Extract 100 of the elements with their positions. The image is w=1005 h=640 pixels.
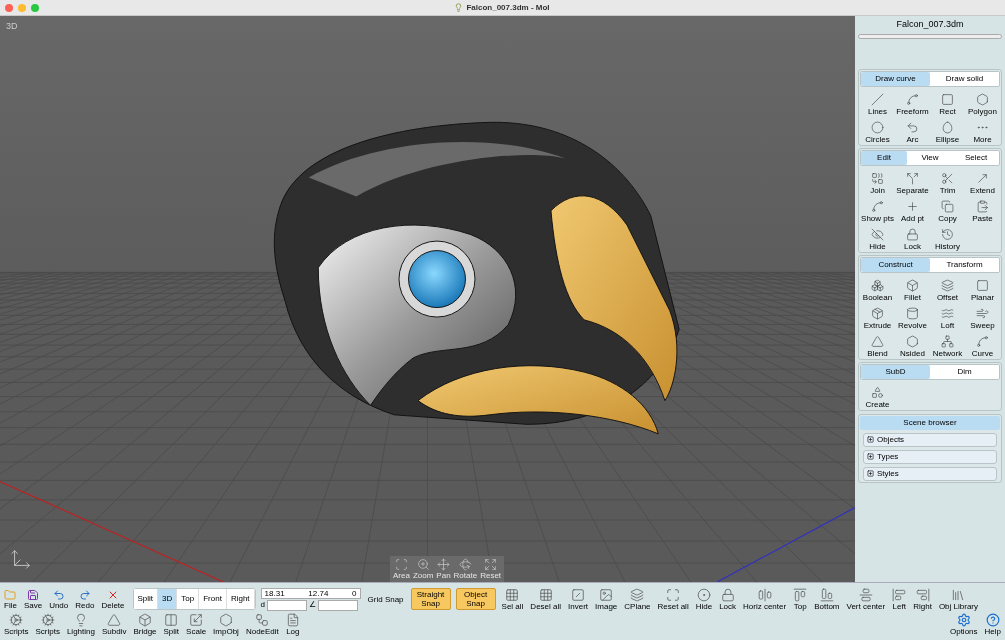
toolbar-button[interactable]: Invert — [567, 587, 590, 611]
toolbar-button[interactable]: Redo — [74, 588, 96, 610]
toolbar-button[interactable]: Scale — [185, 612, 208, 636]
panel-tool-button[interactable]: Offset — [930, 273, 965, 302]
toolbar-button[interactable]: Subdiv — [100, 612, 128, 636]
panel-tool-button[interactable]: Show pts — [860, 194, 895, 223]
panel-tool-button[interactable]: Lock — [895, 222, 930, 251]
toolbar-button[interactable]: Obj Library — [937, 587, 979, 611]
close-window-button[interactable] — [5, 3, 13, 12]
toolbar-button[interactable]: Hide — [694, 587, 714, 611]
panel-tool-button[interactable]: Revolve — [895, 301, 930, 330]
view-nav-button[interactable]: Reset — [480, 556, 502, 582]
scene-browser-section[interactable]: Objects — [863, 432, 997, 447]
coordinate-value: 12.74 — [308, 588, 329, 598]
panel-tool-button[interactable]: Network — [930, 329, 965, 358]
panel-tool-button[interactable]: Paste — [965, 194, 1000, 223]
toolbar-button[interactable]: ImpObj — [212, 612, 240, 636]
panel-tool-button[interactable]: Blend — [860, 329, 895, 358]
toolbar-button[interactable]: Split — [162, 612, 181, 636]
toolbar-button[interactable]: File — [3, 588, 18, 610]
toolbar-button[interactable]: Lighting — [65, 612, 96, 636]
network-icon — [941, 334, 954, 348]
snap-toggle[interactable]: Grid Snap — [365, 588, 406, 610]
angle-field[interactable] — [318, 599, 358, 611]
toolbar-button[interactable]: Scripts — [34, 612, 61, 636]
coordinate-value: 0 — [352, 588, 357, 598]
toolbar-button[interactable]: Top — [792, 587, 809, 611]
panel-tab[interactable]: Edit — [861, 150, 907, 165]
toolbar-button[interactable]: Log — [284, 612, 301, 636]
toolbar-button[interactable]: Save — [22, 588, 44, 610]
toolbar-button[interactable]: Reset all — [656, 587, 690, 611]
expand-icon — [666, 587, 681, 602]
toolbar-button[interactable]: Bottom — [813, 587, 841, 611]
panel-tool-button[interactable]: Rect — [930, 87, 965, 116]
panel-tool-button[interactable]: Curve — [965, 329, 1000, 358]
panel-tool-button[interactable]: Arc — [895, 115, 930, 144]
view-nav-button[interactable]: Rotate — [453, 556, 478, 582]
panel-tool-button[interactable]: Lines — [860, 87, 895, 116]
panel-tool-button[interactable]: Extend — [965, 166, 1000, 195]
snap-toggle[interactable]: Object Snap — [455, 588, 496, 610]
toolbar-button[interactable]: Delete — [100, 588, 126, 610]
panel-tool-button[interactable]: Trim — [930, 166, 965, 195]
toolbar-button[interactable]: Horiz center — [742, 587, 788, 611]
minimize-window-button[interactable] — [18, 3, 26, 12]
toolbar-button[interactable]: Options — [948, 612, 979, 636]
panel-tool-button[interactable]: Join — [860, 166, 895, 195]
panel-tool-button[interactable]: Circles — [860, 115, 895, 144]
file-name: Falcon_007.3dm — [895, 18, 965, 31]
panel-tool-button[interactable]: Separate — [895, 166, 930, 195]
panel-tool-button[interactable]: Boolean — [860, 273, 895, 302]
panel-tool-button[interactable]: Create — [860, 380, 895, 409]
toolbar-button[interactable]: Left — [891, 587, 908, 611]
3d-viewport[interactable]: 3D Area Zoom Pan Rotate Reset — [0, 16, 855, 582]
panel-tool-button[interactable]: Extrude — [860, 301, 895, 330]
toolbar-button[interactable]: Desel all — [529, 587, 563, 611]
viewport-label: 3D — [6, 20, 18, 33]
panel-tab[interactable]: Construct — [861, 257, 930, 272]
panel-tool-button[interactable]: Loft — [930, 301, 965, 330]
scene-browser-section[interactable]: Styles — [863, 466, 997, 481]
snap-toggle[interactable]: Straight Snap — [410, 588, 451, 610]
maximize-window-button[interactable] — [31, 3, 39, 12]
toolbar-button[interactable]: Help — [983, 612, 1002, 636]
toolbar-button[interactable]: Undo — [48, 588, 70, 610]
toolbar-button[interactable]: Scripts — [3, 612, 30, 636]
viewport-layout-tab[interactable]: Split — [133, 589, 159, 609]
toolbar-button[interactable]: Sel all — [500, 587, 525, 611]
panel-tool-button[interactable]: Copy — [930, 194, 965, 223]
panel-tool-button[interactable]: Freeform — [895, 87, 930, 116]
panel-tool-button[interactable]: Planar — [965, 273, 1000, 302]
redo-icon — [78, 588, 91, 601]
toolbar-button[interactable]: Vert center — [845, 587, 887, 611]
panel-tool-button[interactable]: Sweep — [965, 301, 1000, 330]
toolbar-button[interactable]: Bridge — [132, 612, 158, 636]
panel-tool-button[interactable]: Hide — [860, 222, 895, 251]
scene-browser-header[interactable]: Scene browser — [860, 415, 1000, 430]
view-nav-button[interactable]: Zoom — [412, 556, 434, 582]
distance-field[interactable] — [267, 599, 307, 611]
toolbar-button[interactable]: Right — [912, 587, 933, 611]
panel-tab[interactable]: SubD — [861, 364, 930, 379]
angle-label: ∠ — [309, 600, 316, 610]
toolbar-button[interactable]: NodeEdit — [244, 612, 280, 636]
panel-tool-button[interactable]: Polygon — [965, 87, 1000, 116]
extend-icon — [976, 171, 989, 185]
panel-tool-button[interactable]: Add pt — [895, 194, 930, 223]
panel-tool-button[interactable]: More — [965, 115, 1000, 144]
coordinates-field[interactable]: 18.31 12.74 0 — [260, 587, 361, 599]
toolbar-button[interactable]: Image — [594, 587, 619, 611]
panel-tool-button[interactable]: History — [930, 222, 965, 251]
panel-tool-button[interactable]: Fillet — [895, 273, 930, 302]
viewport-layout-tab[interactable]: 3D — [158, 589, 178, 609]
panel-tool-button[interactable]: Nsided — [895, 329, 930, 358]
scene-browser-section[interactable]: Types — [863, 449, 997, 464]
distance-label: d — [260, 600, 265, 610]
toolbar-button[interactable]: CPlane — [623, 587, 652, 611]
view-nav-button[interactable]: Pan — [436, 556, 451, 582]
toolbar-button[interactable]: Lock — [718, 587, 738, 611]
view-nav-button[interactable]: Area — [393, 556, 410, 582]
polygon-icon — [906, 334, 919, 348]
panel-tool-button[interactable]: Ellipse — [930, 115, 965, 144]
panel-tab[interactable]: Draw curve — [861, 71, 930, 86]
